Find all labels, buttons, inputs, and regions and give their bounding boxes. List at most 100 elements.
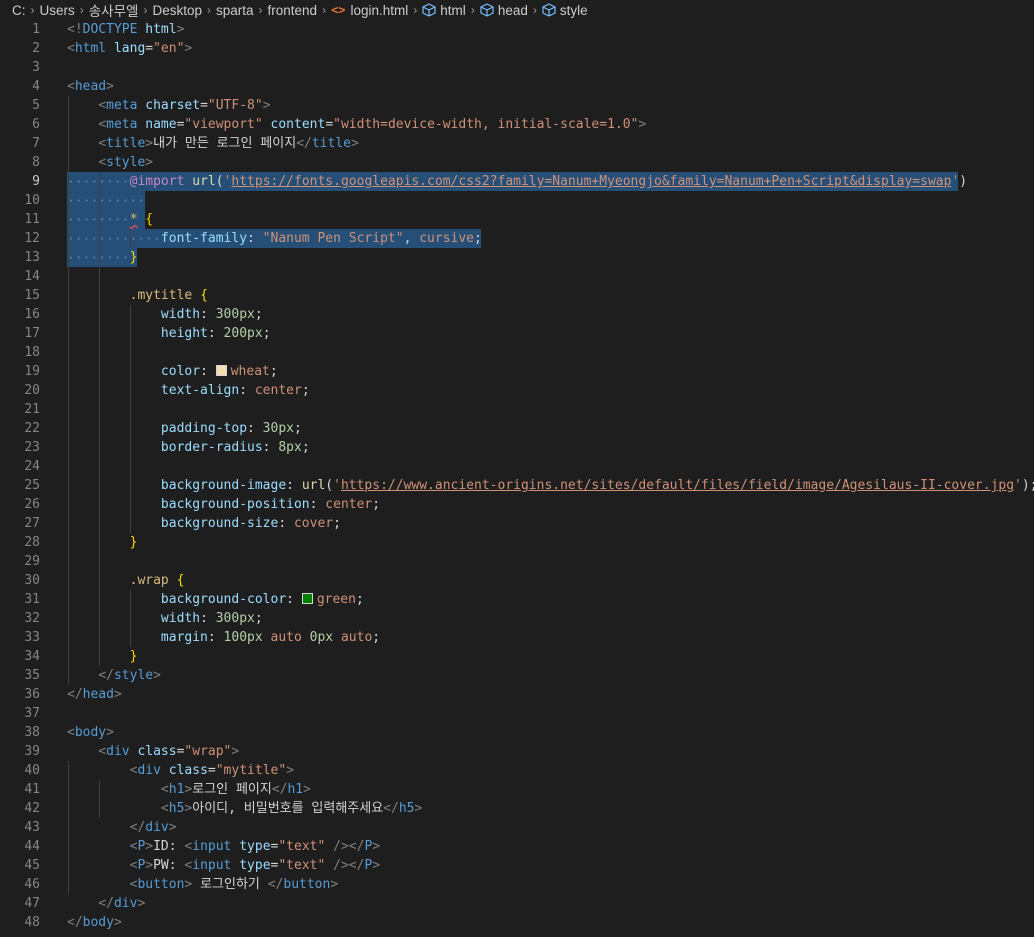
code-line[interactable]: 32 width: 300px; [0,609,1034,628]
chevron-right-icon: › [470,3,475,17]
color-swatch-icon[interactable] [301,593,313,604]
line-number: 42 [24,801,40,816]
code-token: > [638,117,647,132]
code-token: : [207,630,224,645]
code-line[interactable]: 42 <h5>아이디, 비밀번호를 입력해주세요</h5> [0,799,1034,818]
code-token: } [129,649,138,664]
code-line[interactable]: 34 } [0,647,1034,666]
code-line[interactable]: 7 <title>내가 만든 로그인 페이지</title> [0,134,1034,153]
code-token: } [129,535,138,550]
code-line[interactable]: 30 .wrap { [0,571,1034,590]
breadcrumb-sparta[interactable]: sparta [216,3,254,18]
code-line[interactable]: 46 <button> 로그인하기 </button> [0,875,1034,894]
code-line[interactable]: 5 <meta charset="UTF-8"> [0,96,1034,115]
code-token: > [145,839,154,854]
code-line[interactable]: 9 @import url('https://fonts.googleapis.… [0,172,1034,191]
code-line[interactable]: 21 [0,400,1034,419]
code-line[interactable]: 31 background-color: green; [0,590,1034,609]
code-line[interactable]: 29 [0,552,1034,571]
code-line[interactable]: 14 [0,267,1034,286]
code-line[interactable]: 2 <html lang="en"> [0,39,1034,58]
line-number: 16 [24,307,40,322]
code-line[interactable]: 3 [0,58,1034,77]
code-token: height [160,326,208,341]
code-line[interactable]: 33 margin: 100px auto 0px auto; [0,628,1034,647]
code-line[interactable]: 27 background-size: cover; [0,514,1034,533]
breadcrumb-style[interactable]: style [560,3,588,18]
breadcrumb-frontend[interactable]: frontend [268,3,318,18]
code-line[interactable]: 48 </body> [0,913,1034,932]
code-line[interactable]: 35 </style> [0,666,1034,685]
breadcrumb-html[interactable]: html [440,3,466,18]
code-line[interactable]: 12 font-family: "Nanum Pen Script", curs… [0,229,1034,248]
code-token: url [192,174,216,189]
code-token: cover [293,516,334,531]
code-line[interactable]: 1 <!DOCTYPE html> [0,20,1034,39]
code-token: </ [383,801,399,816]
code-line[interactable]: 24 [0,457,1034,476]
code-token: h5 [168,801,185,816]
line-number: 13 [24,250,40,265]
code-line[interactable]: 13 } [0,248,1034,267]
code-line[interactable]: 26 background-position: center; [0,495,1034,514]
code-line[interactable]: 41 <h1>로그인 페이지</h1> [0,780,1034,799]
breadcrumb-user-folder[interactable]: 송사무엘 [89,0,139,20]
code-token: padding-top [160,421,248,436]
code-line[interactable]: 10 [0,191,1034,210]
code-token: "text" [278,858,326,873]
code-line[interactable]: 20 text-align: center; [0,381,1034,400]
code-line[interactable]: 47 </div> [0,894,1034,913]
code-line[interactable]: 23 border-radius: 8px; [0,438,1034,457]
code-line[interactable]: 8 <style> [0,153,1034,172]
line-number: 20 [24,383,40,398]
line-number: 45 [24,858,40,873]
breadcrumb-desktop[interactable]: Desktop [152,3,202,18]
code-line[interactable]: 25 background-image: url('https://www.an… [0,476,1034,495]
code-line[interactable]: 37 [0,704,1034,723]
code-line[interactable]: 15 .mytitle { [0,286,1034,305]
code-line[interactable]: 39 <div class="wrap"> [0,742,1034,761]
code-line[interactable]: 44 <P>ID: <input type="text" /></P> [0,837,1034,856]
code-line[interactable]: 16 width: 300px; [0,305,1034,324]
color-swatch-icon[interactable] [215,365,227,376]
code-line[interactable]: 19 color: wheat; [0,362,1034,381]
code-token: 8px [278,440,302,455]
indent-guide [67,400,69,419]
code-line[interactable]: 38 <body> [0,723,1034,742]
code-editor[interactable]: 1 <!DOCTYPE html> 2 <html lang="en"> 3 4 <head… [0,20,1034,937]
code-token: center [254,383,302,398]
code-line[interactable]: 17 height: 200px; [0,324,1034,343]
code-token: < [160,782,169,797]
code-token: 아이디, 비밀번호를 입력해주세요 [192,801,384,816]
code-line[interactable]: 45 <P>PW: <input type="text" /></P> [0,856,1034,875]
code-line[interactable]: 36 </head> [0,685,1034,704]
code-line[interactable]: 28 } [0,533,1034,552]
indent-guide [67,343,69,362]
code-line[interactable]: 22 padding-top: 30px; [0,419,1034,438]
breadcrumb-head[interactable]: head [498,3,528,18]
code-line[interactable]: 43 </div> [0,818,1034,837]
code-line[interactable]: 18 [0,343,1034,362]
code-text: <h1>로그인 페이지</h1> [67,780,311,799]
breadcrumb-users[interactable]: Users [40,3,75,18]
code-text: border-radius: 8px; [67,438,310,457]
breadcrumb-file[interactable]: login.html [351,3,409,18]
code-token: width [160,307,201,322]
code-token: 내가 만든 로그인 페이지 [153,136,297,151]
code-line[interactable]: 11 * { [0,210,1034,229]
breadcrumb-drive[interactable]: C: [12,3,26,18]
code-token: : [278,516,294,531]
code-line[interactable]: 40 <div class="mytitle"> [0,761,1034,780]
code-token: ; [254,307,263,322]
code-line[interactable]: 6 <meta name="viewport" content="width=d… [0,115,1034,134]
code-line[interactable]: 4 <head> [0,77,1034,96]
line-number: 2 [32,41,40,56]
code-text: margin: 100px auto 0px auto; [67,628,380,647]
code-token: background-color [160,592,287,607]
